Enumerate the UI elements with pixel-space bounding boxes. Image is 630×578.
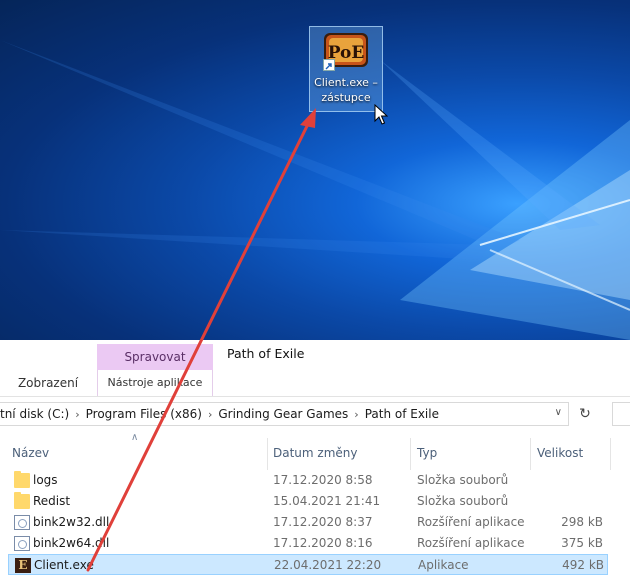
column-date[interactable]: Datum změny: [273, 446, 358, 460]
shortcut-label-line1: Client.exe –: [314, 76, 378, 89]
ribbon: Zobrazení Spravovat Nástroje aplikace Pa…: [0, 340, 630, 397]
dll-icon: [14, 515, 30, 530]
folder-icon: [14, 492, 30, 509]
context-group-title: Spravovat: [97, 344, 213, 370]
file-size: 492 kB: [562, 558, 604, 572]
file-explorer-window: Zobrazení Spravovat Nástroje aplikace Pa…: [0, 340, 630, 578]
file-name: Redist: [33, 494, 71, 508]
column-divider[interactable]: [267, 438, 268, 470]
shortcut-label-line2: zástupce: [321, 91, 371, 104]
file-size: 375 kB: [561, 536, 603, 550]
breadcrumb-grinding-gear-games[interactable]: Grinding Gear Games: [218, 407, 348, 421]
file-row-bink2w32[interactable]: bink2w32.dll 17.12.2020 8:37 Rozšíření a…: [8, 512, 608, 533]
file-type: Aplikace: [418, 558, 469, 572]
sort-ascending-icon: ∧: [131, 432, 139, 443]
file-date: 17.12.2020 8:58: [273, 473, 373, 487]
address-bar[interactable]: tní disk (C:) › Program Files (x86) › Gr…: [0, 402, 569, 426]
breadcrumb-separator-icon: ›: [207, 407, 213, 421]
file-type: Rozšíření aplikace: [417, 536, 525, 550]
breadcrumb-separator-icon: ›: [354, 407, 359, 421]
file-size: 298 kB: [561, 515, 603, 529]
file-row-redist[interactable]: Redist 15.04.2021 21:41 Složka souborů: [8, 491, 608, 512]
file-date: 17.12.2020 8:37: [273, 515, 373, 529]
desktop-background: PoE Client.exe – zástupce: [0, 0, 630, 340]
file-name: logs: [33, 473, 58, 487]
window-title: Path of Exile: [227, 346, 305, 361]
client-exe-shortcut[interactable]: PoE Client.exe – zástupce: [309, 26, 383, 112]
column-divider[interactable]: [610, 438, 611, 470]
column-name[interactable]: Název: [12, 446, 49, 460]
column-divider[interactable]: [410, 438, 411, 470]
shortcut-label: Client.exe – zástupce: [310, 75, 382, 105]
file-date: 17.12.2020 8:16: [273, 536, 373, 550]
context-tab-group: Spravovat Nástroje aplikace: [97, 344, 213, 396]
breadcrumb-drive[interactable]: tní disk (C:): [0, 407, 69, 421]
exe-icon: E: [15, 558, 31, 573]
address-row: tní disk (C:) › Program Files (x86) › Gr…: [0, 396, 630, 432]
column-type[interactable]: Typ: [417, 446, 437, 460]
search-input[interactable]: [612, 402, 630, 426]
breadcrumb-path-of-exile[interactable]: Path of Exile: [365, 407, 439, 421]
file-row-bink2w64[interactable]: bink2w64.dll 17.12.2020 8:16 Rozšíření a…: [8, 533, 608, 554]
folder-icon: [14, 471, 30, 488]
mouse-cursor-icon: [374, 104, 388, 125]
file-type: Složka souborů: [417, 494, 509, 508]
file-name: bink2w32.dll: [33, 515, 110, 529]
file-date: 15.04.2021 21:41: [273, 494, 381, 508]
shortcut-arrow-icon: [323, 59, 335, 71]
breadcrumb-program-files[interactable]: Program Files (x86): [86, 407, 202, 421]
file-type: Složka souborů: [417, 473, 509, 487]
file-row-client-exe[interactable]: E Client.exe 22.04.2021 22:20 Aplikace 4…: [8, 554, 608, 575]
file-type: Rozšíření aplikace: [417, 515, 525, 529]
column-header-row: ∧ Název Datum změny Typ Velikost: [0, 432, 630, 470]
refresh-icon[interactable]: ↻: [572, 402, 598, 426]
breadcrumb-separator-icon: ›: [75, 407, 80, 421]
column-divider[interactable]: [530, 438, 531, 470]
tab-application-tools[interactable]: Nástroje aplikace: [97, 370, 213, 396]
chevron-down-icon[interactable]: ∨: [555, 407, 562, 418]
dll-icon: [14, 536, 30, 551]
column-size[interactable]: Velikost: [537, 446, 583, 460]
file-date: 22.04.2021 22:20: [274, 558, 382, 572]
file-row-logs[interactable]: logs 17.12.2020 8:58 Složka souborů: [8, 470, 608, 491]
file-name: bink2w64.dll: [33, 536, 110, 550]
file-name: Client.exe: [34, 558, 94, 572]
tab-view[interactable]: Zobrazení: [0, 370, 96, 396]
